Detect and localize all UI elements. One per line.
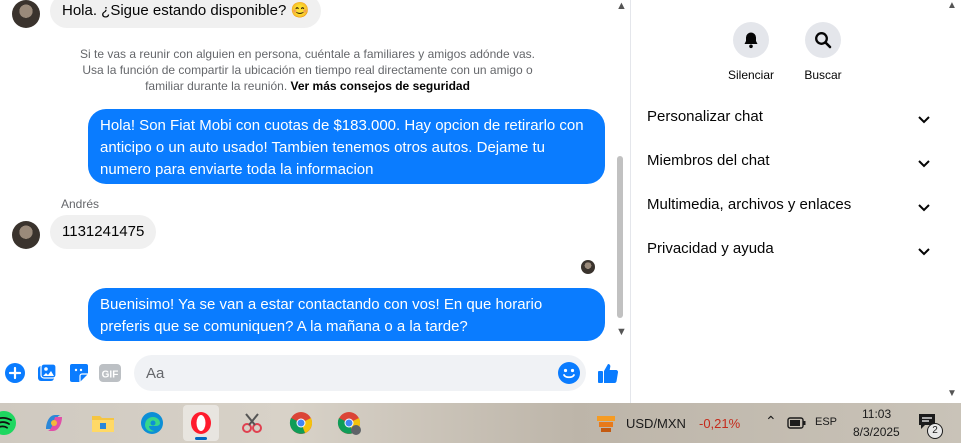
sticker-icon[interactable] <box>67 361 91 385</box>
copilot-icon[interactable] <box>40 409 68 437</box>
message-input[interactable]: Aa <box>134 355 586 391</box>
panel-scrollbar[interactable]: ▲ ▼ <box>947 0 959 403</box>
chat-info-panel: Silenciar Buscar Personalizar chat Miemb… <box>631 0 961 403</box>
file-explorer-icon[interactable] <box>89 409 117 437</box>
search-label: Buscar <box>804 68 842 82</box>
battery-icon[interactable] <box>783 409 811 437</box>
outgoing-message: Buenisimo! Ya se van a estar contactando… <box>88 288 605 341</box>
section-media-files-links[interactable]: Multimedia, archivos y enlaces <box>647 196 932 220</box>
section-chat-members[interactable]: Miembros del chat <box>647 152 932 176</box>
currency-pair[interactable]: USD/MXN <box>626 416 686 431</box>
chrome-icon[interactable] <box>287 409 315 437</box>
clock-time[interactable]: 11:03 <box>862 407 891 421</box>
chevron-down-icon <box>918 204 930 212</box>
section-label: Miembros del chat <box>647 152 770 169</box>
search-icon <box>805 22 841 58</box>
clock-date[interactable]: 8/3/2025 <box>853 425 900 439</box>
safety-notice: Si te vas a reunir con alguien en person… <box>80 46 535 94</box>
message-composer: GIF Aa <box>0 353 630 393</box>
incoming-message: Hola. ¿Sigue estando disponible? 😊 <box>50 0 322 28</box>
scroll-thumb[interactable] <box>617 156 623 318</box>
chrome-profile-icon[interactable] <box>335 409 363 437</box>
thumbs-up-icon[interactable] <box>596 361 620 385</box>
edge-icon[interactable] <box>138 409 166 437</box>
mute-button[interactable]: Silenciar <box>711 22 791 82</box>
currency-change[interactable]: -0,21% <box>699 416 740 431</box>
scroll-up-icon[interactable]: ▲ <box>947 0 957 11</box>
gif-label: GIF <box>102 370 119 381</box>
scroll-up-icon[interactable]: ▲ <box>616 0 627 12</box>
notification-count-badge: 2 <box>927 423 943 439</box>
mute-label: Silenciar <box>727 68 775 82</box>
section-privacy-help[interactable]: Privacidad y ayuda <box>647 240 932 264</box>
section-label: Personalizar chat <box>647 108 763 125</box>
safety-tips-link[interactable]: Ver más consejos de seguridad <box>291 79 470 93</box>
chat-scrollbar[interactable]: ▲ ▼ <box>614 0 628 348</box>
outgoing-message: Hola! Son Fiat Mobi con cuotas de $183.0… <box>88 109 605 184</box>
chevron-down-icon <box>918 248 930 256</box>
spotify-icon[interactable] <box>0 409 18 437</box>
chevron-up-icon[interactable]: ⌃ <box>765 413 777 430</box>
contact-avatar[interactable] <box>12 221 40 249</box>
scroll-down-icon[interactable]: ▼ <box>947 388 957 399</box>
search-button[interactable]: Buscar <box>783 22 863 82</box>
scroll-down-icon[interactable]: ▼ <box>616 326 627 338</box>
chevron-down-icon <box>918 116 930 124</box>
opera-icon[interactable] <box>183 405 219 441</box>
chevron-down-icon <box>918 160 930 168</box>
bell-icon <box>733 22 769 58</box>
stock-widget-icon[interactable] <box>592 409 620 437</box>
language-indicator[interactable]: ESP <box>815 416 837 428</box>
section-label: Multimedia, archivos y enlaces <box>647 196 852 213</box>
seen-avatar <box>581 260 595 274</box>
snipping-tool-icon[interactable] <box>238 409 266 437</box>
gif-icon[interactable]: GIF <box>98 361 122 385</box>
section-label: Privacidad y ayuda <box>647 240 774 257</box>
sender-name: Andrés <box>61 197 100 211</box>
contact-avatar[interactable] <box>12 0 40 28</box>
message-input-placeholder: Aa <box>146 365 165 382</box>
incoming-message: 1131241475 <box>50 215 157 249</box>
emoji-icon[interactable] <box>558 362 580 384</box>
image-icon[interactable] <box>35 361 59 385</box>
windows-taskbar: USD/MXN -0,21% ⌃ ESP 11:03 8/3/2025 2 <box>0 403 961 443</box>
plus-circle-icon[interactable] <box>3 361 27 385</box>
chat-area: Hola. ¿Sigue estando disponible? 😊 Si te… <box>0 0 630 403</box>
section-customize-chat[interactable]: Personalizar chat <box>647 108 932 132</box>
